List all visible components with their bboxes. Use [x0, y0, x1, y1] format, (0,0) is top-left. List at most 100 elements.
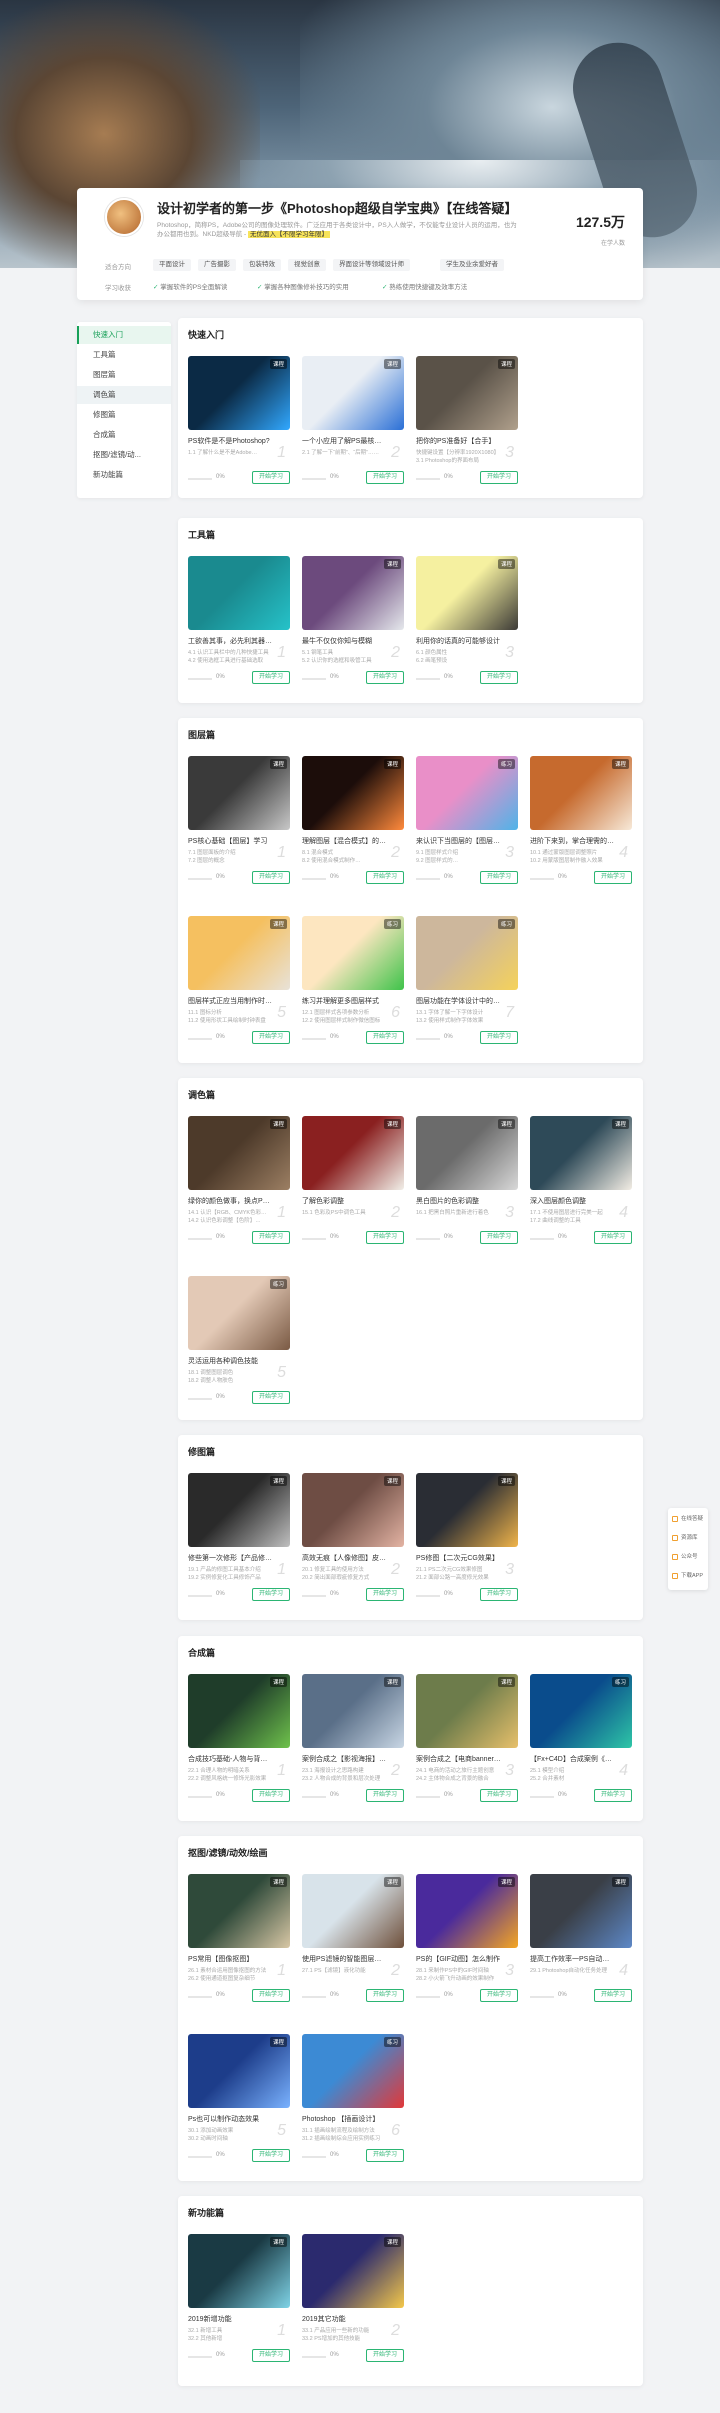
- lesson-card[interactable]: 课程绿你的颜色做事，换点PS调色… 14.1 认识【RGB、CMYK色彩… 14.2…: [188, 1116, 290, 1261]
- tag[interactable]: 学生及业余爱好者: [440, 259, 504, 271]
- start-learning-button[interactable]: 开始学习: [480, 1031, 518, 1044]
- lesson-card[interactable]: 课程 PS核心基础【图层】学习 7.1 图层面板的介绍 7.2 图层的概念 1 0% 开始学…: [188, 756, 290, 901]
- sidebar-item[interactable]: 工具篇: [77, 346, 171, 364]
- start-learning-button[interactable]: 开始学习: [366, 1031, 404, 1044]
- tag[interactable]: 广告摄影: [198, 259, 236, 271]
- lesson-title[interactable]: 2019新增功能: [188, 2314, 274, 2324]
- lesson-title[interactable]: 案例合成之【影视海报】绿色…: [302, 1754, 388, 1764]
- lesson-thumbnail[interactable]: 课程: [302, 1116, 404, 1190]
- start-learning-button[interactable]: 开始学习: [480, 1789, 518, 1802]
- lesson-card[interactable]: 课程 提高工作效率一PS自动化任务 29.1 Photoshop自动化任务处理 4 0%…: [530, 1874, 632, 2019]
- start-learning-button[interactable]: 开始学习: [252, 1989, 290, 2002]
- lesson-card[interactable]: 练习 练习并理解更多图层样式 12.1 图层样式各项参数分析 12.2 使用图层样式制…: [302, 916, 404, 1061]
- start-learning-button[interactable]: 开始学习: [594, 1989, 632, 2002]
- sidebar-item[interactable]: 快速入门: [77, 326, 171, 344]
- lesson-card[interactable]: 课程高效无痕【人像修图】皮肤美… 20.1 修复工具的使用方法 20.2 简出面部瑕…: [302, 1473, 404, 1618]
- start-learning-button[interactable]: 开始学习: [252, 1231, 290, 1244]
- lesson-thumbnail[interactable]: 课程: [188, 2234, 290, 2308]
- lesson-thumbnail[interactable]: 课程: [416, 1874, 518, 1948]
- tag[interactable]: 包装特效: [243, 259, 281, 271]
- lesson-thumbnail[interactable]: 课程: [188, 1116, 290, 1190]
- lesson-thumbnail[interactable]: 练习: [188, 1276, 290, 1350]
- start-learning-button[interactable]: 开始学习: [366, 1989, 404, 2002]
- lesson-thumbnail[interactable]: 课程: [188, 2034, 290, 2108]
- lesson-card[interactable]: 课程图层样式正应当用制作时钟图标 11.1 图标分析 11.2 使用形状工具绘制时钟…: [188, 916, 290, 1061]
- lesson-card[interactable]: 练习来认识下当图层的【图层样式】 9.1 图层样式介绍 9.2 图层样式的… 3 0% 开…: [416, 756, 518, 901]
- lesson-title[interactable]: 一个小应用了解PS最核心概念: [302, 436, 388, 446]
- lesson-card[interactable]: 课程 合成技巧基础-人物与背景融… 22.1 合理人物的明暗关系 22.2 调整风格统…: [188, 1674, 290, 1819]
- start-learning-button[interactable]: 开始学习: [252, 471, 290, 484]
- lesson-thumbnail[interactable]: 课程: [302, 756, 404, 830]
- start-learning-button[interactable]: 开始学习: [594, 1789, 632, 1802]
- lesson-title[interactable]: PS修图【二次元CG效果】: [416, 1553, 502, 1563]
- start-learning-button[interactable]: 开始学习: [366, 671, 404, 684]
- tag[interactable]: 界面设计等领域设计师: [333, 259, 410, 271]
- lesson-card[interactable]: 课程案例合成之【影视海报】绿色… 23.1 海报设计之思路构建 23.2 人物合成的…: [302, 1674, 404, 1819]
- sidebar-item[interactable]: 抠图/滤镜/动...: [77, 446, 171, 464]
- lesson-card[interactable]: 工欲善其事，必先利其器，掌… 4.1 认识工具栏中的几种快捷工具 4.2 使用选框工…: [188, 556, 290, 701]
- start-learning-button[interactable]: 开始学习: [252, 1588, 290, 1601]
- sidebar-item[interactable]: 新功能篇: [77, 466, 171, 484]
- lesson-title[interactable]: PS的【GIF动图】怎么制作: [416, 1954, 502, 1964]
- sidebar-item[interactable]: 修图篇: [77, 406, 171, 424]
- lesson-card[interactable]: 课程 Ps也可以制作动态效果 30.1 添加动画效果 30.2 动画时间轴 5 0% 开始学…: [188, 2034, 290, 2179]
- start-learning-button[interactable]: 开始学习: [252, 871, 290, 884]
- lesson-title[interactable]: 最牛不仅仅你知与模糊: [302, 636, 388, 646]
- lesson-card[interactable]: 课程 PS修图【二次元CG效果】 21.1 PS二次元CG效果修图 21.2 面部公路…: [416, 1473, 518, 1618]
- lesson-thumbnail[interactable]: 课程: [188, 1473, 290, 1547]
- lesson-card[interactable]: 课程 修些第一次修形【产品修图】 19.1 产品的修图工具基本介绍 19.2 实例修复…: [188, 1473, 290, 1618]
- lesson-card[interactable]: 课程进阶下来到，掌合理需的【图… 10.1 通过蒙版图层调整照片 10.2 用蒙版图…: [530, 756, 632, 901]
- lesson-thumbnail[interactable]: 课程: [302, 556, 404, 630]
- lesson-thumbnail[interactable]: 课程: [188, 916, 290, 990]
- lesson-title[interactable]: Photoshop 【插画设计】: [302, 2114, 388, 2124]
- lesson-thumbnail[interactable]: 练习: [416, 756, 518, 830]
- float-resources[interactable]: 资源库: [672, 1530, 706, 1546]
- start-learning-button[interactable]: 开始学习: [366, 471, 404, 484]
- lesson-card[interactable]: 课程 PS的【GIF动图】怎么制作 28.1 来制作PS中的GIF时间轴 28.2 小…: [416, 1874, 518, 2019]
- lesson-card[interactable]: 课程 案例合成之【电商banner】… 24.1 电商的活动之旅行主题创意 24.2 …: [416, 1674, 518, 1819]
- lesson-title[interactable]: 高效无痕【人像修图】皮肤美…: [302, 1553, 388, 1563]
- lesson-title[interactable]: PS常用【图像抠图】: [188, 1954, 274, 1964]
- lesson-thumbnail[interactable]: 课程: [416, 356, 518, 430]
- lesson-thumbnail[interactable]: 课程: [302, 1674, 404, 1748]
- lesson-card[interactable]: 练习【Fx+C4D】合成案例《后火… 25.1 模型介绍 25.2 合并素材 4 0% 开…: [530, 1674, 632, 1819]
- start-learning-button[interactable]: 开始学习: [252, 1031, 290, 1044]
- lesson-title[interactable]: 绿你的颜色做事，换点PS调色…: [188, 1196, 274, 1206]
- lesson-thumbnail[interactable]: 课程: [416, 1674, 518, 1748]
- tag[interactable]: 视觉创意: [288, 259, 326, 271]
- lesson-thumbnail[interactable]: 练习: [530, 1674, 632, 1748]
- lesson-title[interactable]: 工欲善其事，必先利其器，掌…: [188, 636, 274, 646]
- start-learning-button[interactable]: 开始学习: [366, 1231, 404, 1244]
- lesson-card[interactable]: 课程 一个小应用了解PS最核心概念 2.1 了解一下“前期”、“后期”…… 2 0% 开始…: [302, 356, 404, 501]
- start-learning-button[interactable]: 开始学习: [366, 1588, 404, 1601]
- lesson-thumbnail[interactable]: 课程: [530, 1116, 632, 1190]
- lesson-card[interactable]: 课程 把你的PS准备好【合手】 快捷键设置【分辨率1920X1080】 3.1 Pho…: [416, 356, 518, 501]
- start-learning-button[interactable]: 开始学习: [594, 1231, 632, 1244]
- lesson-thumbnail[interactable]: 课程: [302, 1874, 404, 1948]
- start-learning-button[interactable]: 开始学习: [480, 671, 518, 684]
- lesson-title[interactable]: 【Fx+C4D】合成案例《后火…: [530, 1754, 616, 1764]
- lesson-thumbnail[interactable]: 课程: [302, 1473, 404, 1547]
- start-learning-button[interactable]: 开始学习: [366, 2149, 404, 2162]
- start-learning-button[interactable]: 开始学习: [480, 1989, 518, 2002]
- lesson-title[interactable]: 理解图层【混合模式】的效果: [302, 836, 388, 846]
- lesson-thumbnail[interactable]: 课程: [188, 1874, 290, 1948]
- sidebar-item[interactable]: 图层篇: [77, 366, 171, 384]
- lesson-thumbnail[interactable]: 课程: [188, 756, 290, 830]
- start-learning-button[interactable]: 开始学习: [252, 1391, 290, 1404]
- lesson-title[interactable]: 练习并理解更多图层样式: [302, 996, 388, 1006]
- start-learning-button[interactable]: 开始学习: [480, 1588, 518, 1601]
- lesson-thumbnail[interactable]: 课程: [416, 1116, 518, 1190]
- lesson-title[interactable]: Ps也可以制作动态效果: [188, 2114, 274, 2124]
- lesson-thumbnail[interactable]: 课程: [416, 556, 518, 630]
- lesson-thumbnail[interactable]: 练习: [416, 916, 518, 990]
- lesson-card[interactable]: 课程 PS软件是不是Photoshop? 1.1 了解什么是不是Adobe… 1 0% 开…: [188, 356, 290, 501]
- sidebar-item[interactable]: 合成篇: [77, 426, 171, 444]
- lesson-thumbnail[interactable]: 课程: [302, 2234, 404, 2308]
- lesson-title[interactable]: 合成技巧基础-人物与背景融…: [188, 1754, 274, 1764]
- sidebar-item[interactable]: 调色篇: [77, 386, 171, 404]
- lesson-thumbnail[interactable]: 课程: [188, 1674, 290, 1748]
- lesson-card[interactable]: 练习 Photoshop 【插画设计】 31.1 插画绘制流程及绘制方法 31.2 插…: [302, 2034, 404, 2179]
- lesson-title[interactable]: 使用PS滤镜的智能图层方法: [302, 1954, 388, 1964]
- start-learning-button[interactable]: 开始学习: [252, 671, 290, 684]
